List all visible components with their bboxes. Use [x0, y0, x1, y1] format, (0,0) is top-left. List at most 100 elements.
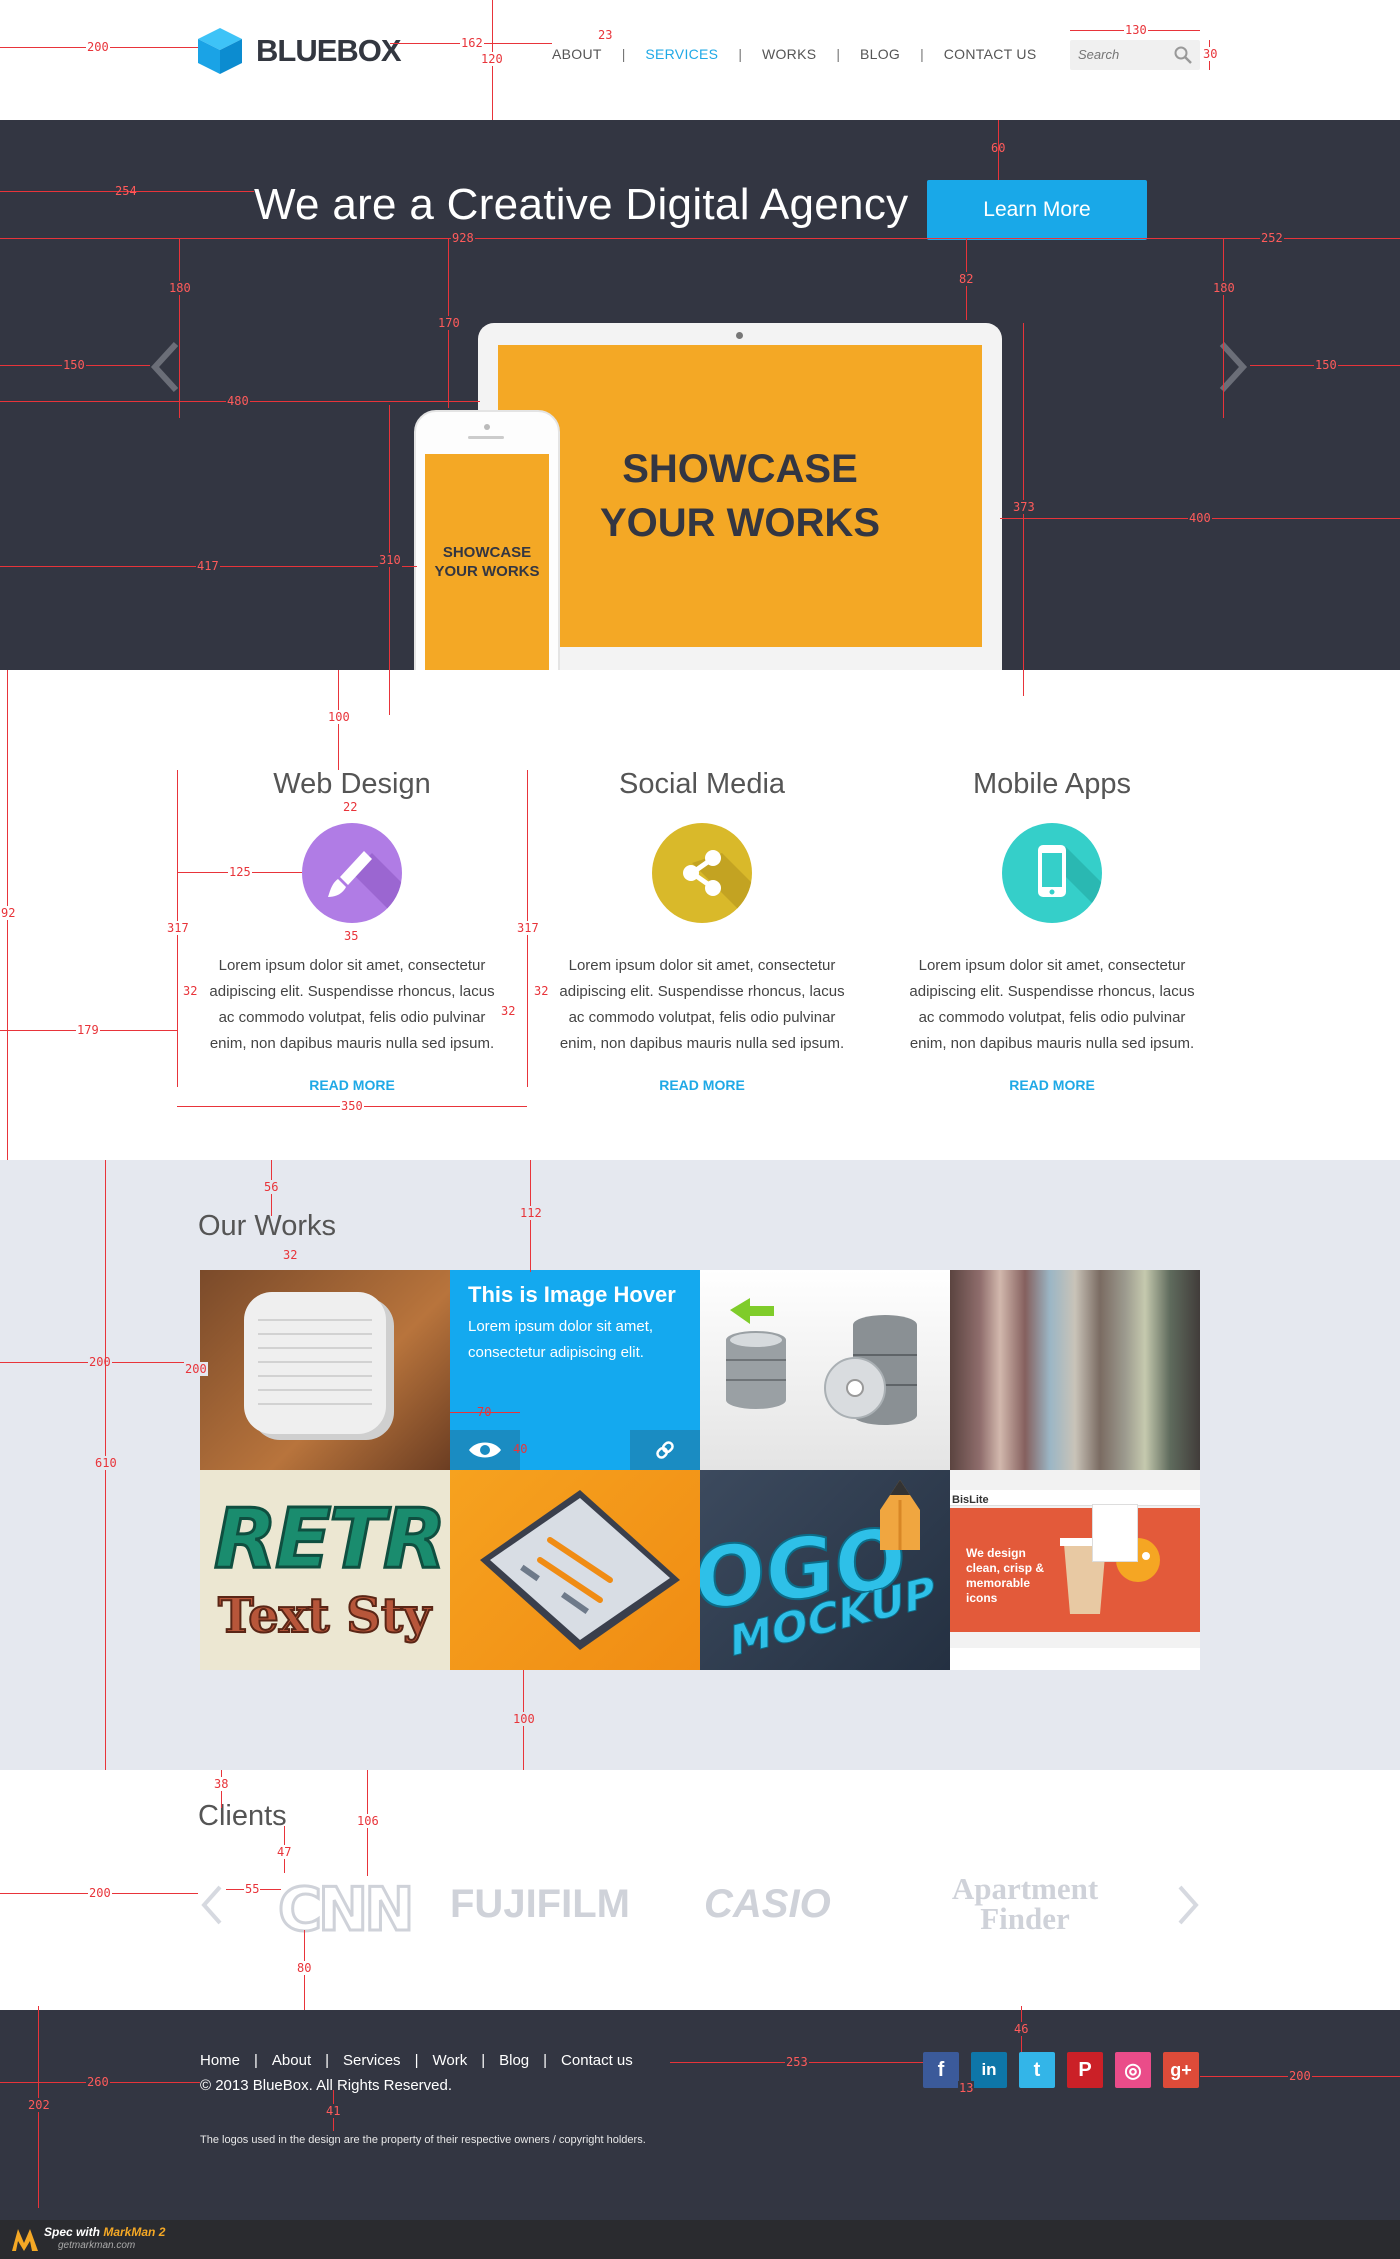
- measure-label: 22: [342, 800, 359, 814]
- database-icon: [726, 1298, 917, 1425]
- measure-label: 106: [356, 1814, 380, 1828]
- measure-label: 47: [276, 1845, 293, 1859]
- measure-label: 112: [519, 1206, 543, 1220]
- measure-line: [0, 238, 1400, 239]
- pinterest-icon[interactable]: P: [1067, 2052, 1103, 2088]
- pencil-icon: [880, 1480, 920, 1550]
- work-tile-notes[interactable]: [200, 1270, 450, 1470]
- measure-label: 200: [86, 40, 110, 54]
- chevron-left-icon[interactable]: [150, 340, 180, 394]
- measure-label: 400: [1188, 511, 1212, 525]
- work-tile-app[interactable]: [450, 1470, 700, 1670]
- read-more-link[interactable]: READ MORE: [1009, 1077, 1095, 1093]
- footer-link-about[interactable]: About: [272, 2052, 311, 2069]
- work-tile-website[interactable]: BisLite We design clean, crisp & memorab…: [950, 1470, 1200, 1670]
- clients-section: Clients CNN FUJIFILM CASIO Apartment Fin…: [0, 1770, 1400, 2010]
- work-tile-hover[interactable]: This is Image Hover Lorem ipsum dolor si…: [450, 1270, 700, 1470]
- footer-nav: Home | About | Services | Work | Blog | …: [200, 2052, 633, 2069]
- service-description: Lorem ipsum dolor sit amet, consectetur …: [559, 957, 845, 1052]
- brush-icon: [328, 851, 402, 923]
- read-more-link[interactable]: READ MORE: [659, 1077, 745, 1093]
- nav-item-contact[interactable]: CONTACT US: [944, 46, 1037, 62]
- laptop-text-line1: SHOWCASE: [622, 447, 858, 491]
- chevron-left-icon[interactable]: [200, 1884, 224, 1926]
- measure-label: 23: [597, 28, 614, 42]
- measure-label: 373: [1012, 500, 1036, 514]
- measure-label: 30: [1202, 47, 1219, 61]
- service-title: Mobile Apps: [973, 768, 1131, 800]
- measure-label: 46: [1013, 2022, 1030, 2036]
- measure-label: 310: [378, 553, 402, 567]
- work-tile-database[interactable]: [700, 1270, 950, 1470]
- nav-item-blog[interactable]: BLOG: [860, 46, 900, 62]
- footer-separator: |: [481, 2052, 486, 2069]
- facebook-icon[interactable]: f: [923, 2052, 959, 2088]
- footer-separator: |: [543, 2052, 548, 2069]
- footer-copyright: © 2013 BlueBox. All Rights Reserved.: [200, 2077, 453, 2094]
- measure-label: 40: [513, 1442, 528, 1456]
- measure-label: 32: [500, 1004, 517, 1018]
- dribbble-icon[interactable]: ◎: [1115, 2052, 1151, 2088]
- markman-line1: Spec with MarkMan 2: [44, 2225, 165, 2239]
- eye-icon: [469, 1442, 501, 1458]
- search-input[interactable]: [1070, 40, 1170, 69]
- hero-title: We are a Creative Digital Agency: [254, 180, 909, 229]
- search-icon[interactable]: [1174, 46, 1192, 64]
- measure-label: 317: [166, 921, 190, 935]
- service-icon-circle: [652, 823, 752, 923]
- twitter-icon[interactable]: t: [1019, 2052, 1055, 2088]
- measure-label: 260: [86, 2075, 110, 2089]
- work-tile-retro[interactable]: RETR Text Sty: [200, 1470, 450, 1670]
- nav-item-services[interactable]: SERVICES: [645, 46, 718, 62]
- service-social-media: Social Media Lorem ipsum dolor sit amet,…: [527, 768, 877, 1095]
- measure-label: 35: [343, 929, 360, 943]
- markman-url: getmarkman.com: [58, 2240, 136, 2251]
- measure-label: 480: [226, 394, 250, 408]
- footer-link-work[interactable]: Work: [432, 2052, 467, 2069]
- measure-label: 180: [168, 281, 192, 295]
- nav-item-about[interactable]: ABOUT: [552, 46, 602, 62]
- measure-label: 202: [27, 2098, 51, 2112]
- service-icon-circle: [302, 823, 402, 923]
- linkedin-icon[interactable]: in: [971, 2052, 1007, 2088]
- measure-label: 32: [533, 984, 550, 998]
- logo[interactable]: BLUEBOX: [198, 28, 402, 74]
- measure-label: 254: [115, 184, 137, 198]
- footer-link-contact[interactable]: Contact us: [561, 2052, 633, 2069]
- measure-label: 56: [263, 1180, 280, 1194]
- measure-label: 200: [1288, 2069, 1312, 2083]
- read-more-link[interactable]: READ MORE: [309, 1077, 395, 1093]
- markman-logo-icon: [12, 2229, 38, 2251]
- client-logo-apartment-finder: Apartment Finder: [951, 1871, 1099, 1936]
- markman-bar: Spec with MarkMan 2 getmarkman.com: [0, 2220, 1400, 2259]
- learn-more-button[interactable]: Learn More: [927, 180, 1147, 240]
- share-icon: [683, 850, 752, 923]
- measure-label: 38: [213, 1777, 230, 1791]
- nav-item-works[interactable]: WORKS: [762, 46, 816, 62]
- phone-speaker: [468, 436, 504, 439]
- work-tile-stripes[interactable]: [950, 1270, 1200, 1470]
- measure-label: 180: [1212, 281, 1236, 295]
- laptop-screen-text: SHOWCASE YOUR WORKS: [600, 442, 880, 550]
- measure-label: 125: [228, 865, 252, 879]
- client-logo-fujifilm: FUJIFILM: [450, 1882, 630, 1926]
- view-button[interactable]: [450, 1430, 520, 1470]
- measure-line: [1223, 238, 1224, 418]
- measure-label: 200: [184, 1362, 208, 1376]
- link-icon: [656, 1441, 674, 1459]
- footer-link-home[interactable]: Home: [200, 2052, 240, 2069]
- retro-text-line2: Text Sty: [217, 1587, 432, 1645]
- work-tile-logo-mockup[interactable]: OGO MOCKUP: [700, 1470, 950, 1670]
- laptop-text-line2: YOUR WORKS: [600, 501, 880, 545]
- footer-link-services[interactable]: Services: [343, 2052, 401, 2069]
- chevron-right-icon[interactable]: [1176, 1884, 1200, 1926]
- measure-label: 253: [785, 2055, 809, 2069]
- googleplus-icon[interactable]: g+: [1163, 2052, 1199, 2088]
- search-box: [1070, 40, 1200, 70]
- app-mockup-icon: [480, 1490, 680, 1650]
- measure-label: 610: [94, 1456, 118, 1470]
- nav-separator: |: [621, 46, 626, 62]
- measure-label: 162: [460, 36, 484, 50]
- footer-link-blog[interactable]: Blog: [499, 2052, 529, 2069]
- link-button[interactable]: [630, 1430, 700, 1470]
